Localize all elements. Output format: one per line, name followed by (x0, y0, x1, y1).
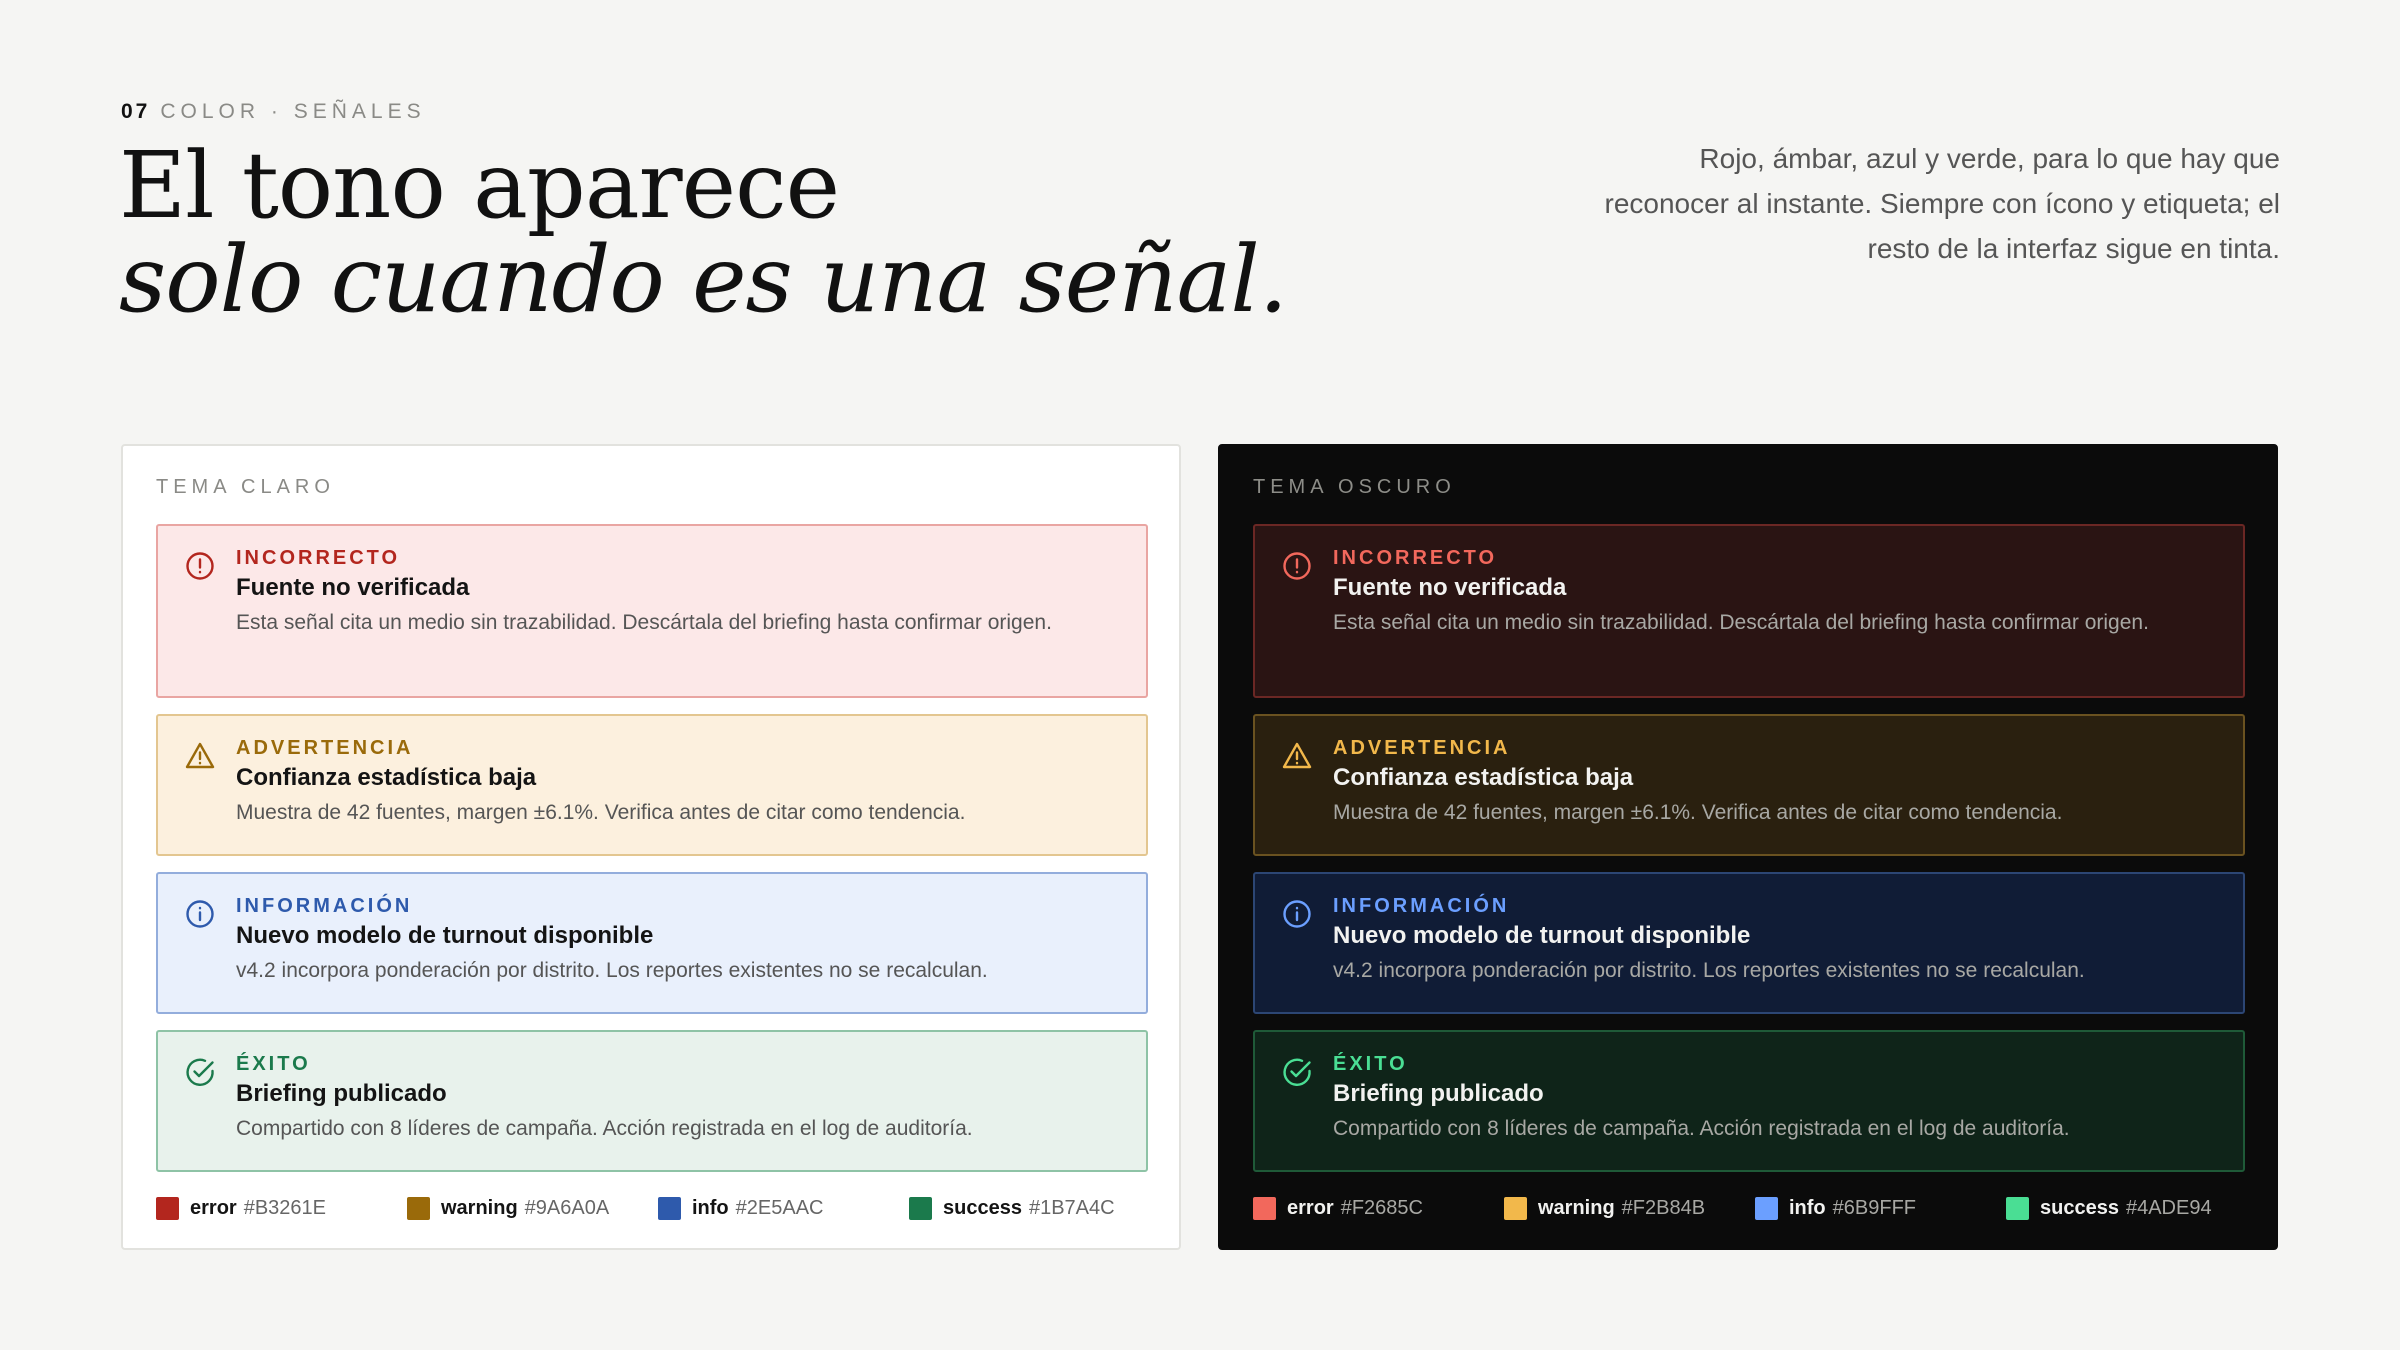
alert-title: Fuente no verificada (1333, 574, 1567, 601)
panel-title: TEMA CLARO (156, 476, 335, 498)
alert-description: Muestra de 42 fuentes, margen ±6.1%. Ver… (236, 801, 966, 824)
legend-hex: #B3261E (243, 1197, 326, 1219)
legend-hex: #F2685C (1340, 1197, 1423, 1219)
check-circle-icon (184, 1056, 216, 1088)
legend-item-warning: warning #F2B84B (1504, 1194, 1705, 1222)
color-swatch (658, 1196, 681, 1220)
section-number: 07 (121, 100, 151, 123)
alert-title: Fuente no verificada (236, 574, 470, 601)
legend-item-success: success #1B7A4C (909, 1194, 1115, 1222)
headline-line-2: solo cuando es una señal. (119, 226, 1288, 333)
color-swatch (156, 1196, 179, 1220)
legend-hex: #9A6A0A (524, 1197, 610, 1219)
alert-description: v4.2 incorpora ponderación por distrito.… (236, 959, 988, 982)
alert-description: Compartido con 8 líderes de campaña. Acc… (236, 1117, 973, 1140)
alert-kind: INCORRECTO (1333, 547, 1498, 569)
legend-hex: #6B9FFF (1832, 1197, 1917, 1219)
alert-title: Nuevo modelo de turnout disponible (1333, 922, 1751, 949)
alert-kind: ÉXITO (1333, 1053, 1408, 1075)
dark-theme-panel: TEMA OSCURO INCORRECTO Fuente no verific… (1218, 444, 2278, 1250)
alert-info: INFORMACIÓN Nuevo modelo de turnout disp… (1253, 872, 2245, 1014)
alert-info: INFORMACIÓN Nuevo modelo de turnout disp… (156, 872, 1148, 1014)
color-swatch (909, 1196, 932, 1220)
headline-line-1: El tono aparece (119, 132, 840, 239)
legend-item-info: info #6B9FFF (1755, 1194, 1916, 1222)
color-legend: error #B3261E warning #9A6A0A info #2E5AAC … (156, 1194, 1148, 1224)
alert-title: Confianza estadística baja (236, 764, 537, 791)
legend-item-error: error #F2685C (1253, 1194, 1423, 1222)
legend-name: success (2040, 1197, 2119, 1219)
alert-kind: INFORMACIÓN (1333, 895, 1510, 917)
alert-description: Compartido con 8 líderes de campaña. Acc… (1333, 1117, 2070, 1140)
alert-warning: ADVERTENCIA Confianza estadística baja M… (156, 714, 1148, 856)
alert-kind: INFORMACIÓN (236, 895, 413, 917)
legend-item-warning: warning #9A6A0A (407, 1194, 609, 1222)
check-circle-icon (1281, 1056, 1313, 1088)
legend-hex: #2E5AAC (735, 1197, 824, 1219)
alert-success: ÉXITO Briefing publicado Compartido con … (156, 1030, 1148, 1172)
color-swatch (1253, 1196, 1276, 1220)
legend-name: error (190, 1197, 237, 1219)
alert-kind: ADVERTENCIA (1333, 737, 1511, 759)
color-swatch (2006, 1196, 2029, 1220)
legend-hex: #4ADE94 (2125, 1197, 2212, 1219)
alert-kind: ADVERTENCIA (236, 737, 414, 759)
alert-title: Briefing publicado (236, 1080, 447, 1107)
alert-description: Esta señal cita un medio sin trazabilida… (1333, 611, 2149, 634)
alert-kind: ÉXITO (236, 1053, 311, 1075)
legend-name: warning (441, 1197, 518, 1219)
warning-triangle-icon (1281, 740, 1313, 772)
page-title: El tono aparece solo cuando es una señal… (119, 132, 1288, 333)
alert-list: INCORRECTO Fuente no verificada Esta señ… (156, 524, 1148, 1188)
light-theme-panel: TEMA CLARO INCORRECTO Fuente no verifica… (121, 444, 1181, 1250)
color-swatch (407, 1196, 430, 1220)
alert-success: ÉXITO Briefing publicado Compartido con … (1253, 1030, 2245, 1172)
lede-paragraph: Rojo, ámbar, azul y verde, para lo que h… (1604, 143, 2281, 264)
alert-description: Muestra de 42 fuentes, margen ±6.1%. Ver… (1333, 801, 2063, 824)
section-eyebrow: 07 COLOR · SEÑALES (121, 100, 426, 124)
legend-name: warning (1538, 1197, 1615, 1219)
alert-title: Confianza estadística baja (1333, 764, 1634, 791)
alert-list: INCORRECTO Fuente no verificada Esta señ… (1253, 524, 2245, 1188)
legend-name: success (943, 1197, 1022, 1219)
alert-title: Nuevo modelo de turnout disponible (236, 922, 654, 949)
color-legend: error #F2685C warning #F2B84B info #6B9FFF … (1253, 1194, 2245, 1224)
legend-item-success: success #4ADE94 (2006, 1194, 2212, 1222)
info-circle-icon (1281, 898, 1313, 930)
alert-description: v4.2 incorpora ponderación por distrito.… (1333, 959, 2085, 982)
color-swatch (1504, 1196, 1527, 1220)
legend-item-info: info #2E5AAC (658, 1194, 824, 1222)
legend-name: info (1789, 1197, 1826, 1219)
section-label: COLOR · SEÑALES (160, 100, 426, 123)
alert-error: INCORRECTO Fuente no verificada Esta señ… (1253, 524, 2245, 698)
legend-hex: #F2B84B (1621, 1197, 1706, 1219)
legend-name: error (1287, 1197, 1334, 1219)
alert-warning: ADVERTENCIA Confianza estadística baja M… (1253, 714, 2245, 856)
legend-name: info (692, 1197, 729, 1219)
legend-hex: #1B7A4C (1028, 1197, 1115, 1219)
alert-circle-icon (1281, 550, 1313, 582)
color-swatch (1755, 1196, 1778, 1220)
legend-item-error: error #B3261E (156, 1194, 326, 1222)
alert-description: Esta señal cita un medio sin trazabilida… (236, 611, 1052, 634)
panel-title: TEMA OSCURO (1253, 476, 1456, 498)
alert-title: Briefing publicado (1333, 1080, 1544, 1107)
warning-triangle-icon (184, 740, 216, 772)
alert-kind: INCORRECTO (236, 547, 401, 569)
alert-error: INCORRECTO Fuente no verificada Esta señ… (156, 524, 1148, 698)
info-circle-icon (184, 898, 216, 930)
alert-circle-icon (184, 550, 216, 582)
